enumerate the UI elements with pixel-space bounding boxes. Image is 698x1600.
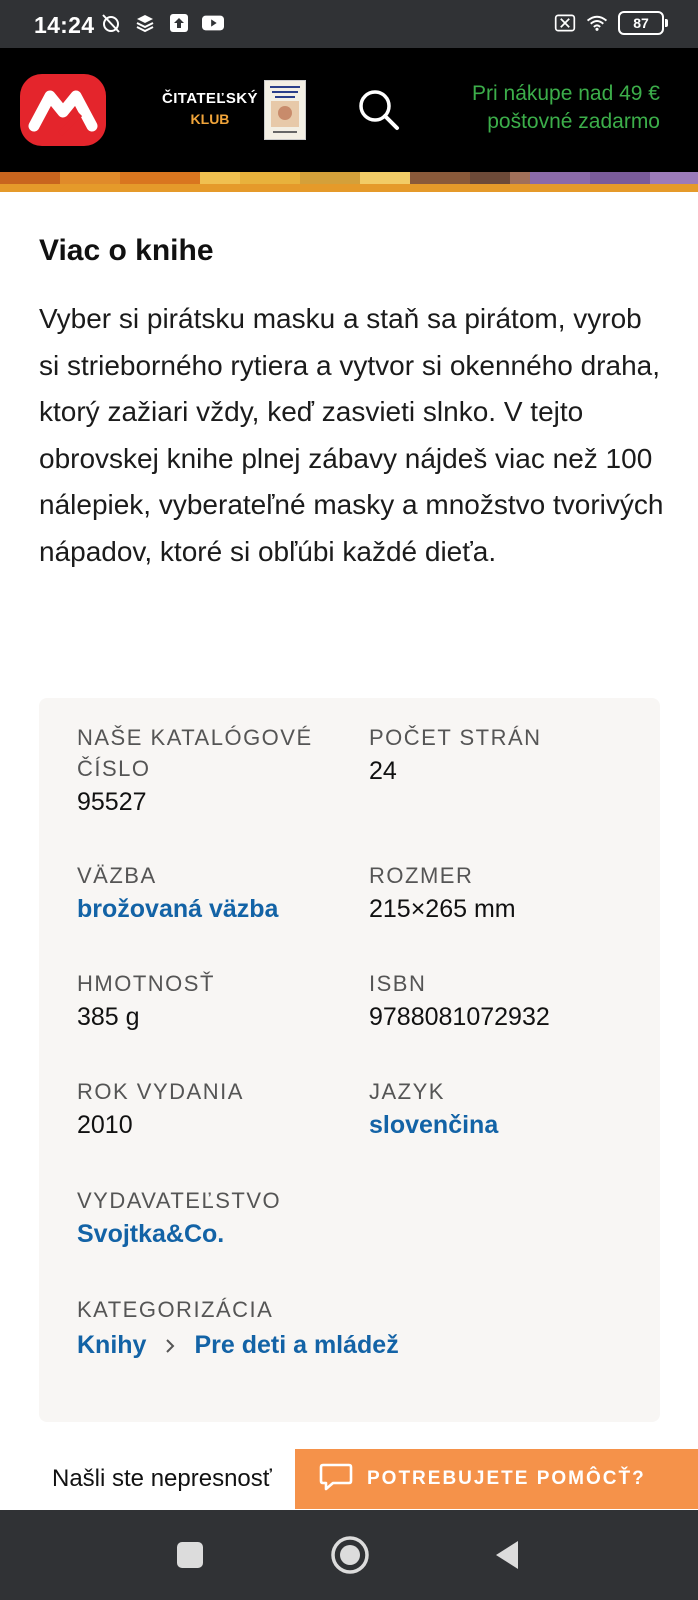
alarm-off-icon bbox=[100, 12, 122, 34]
status-icons-left bbox=[100, 12, 224, 34]
youtube-icon bbox=[202, 12, 224, 34]
language-link[interactable]: slovenčina bbox=[369, 1107, 498, 1143]
help-chat-button[interactable]: POTREBUJETE POMÔCŤ? bbox=[295, 1449, 698, 1509]
club-title: ČITATEĽSKÝ bbox=[162, 90, 258, 107]
site-header: ČITATEĽSKÝ KLUB Pri nákupe nad 49 € pošt… bbox=[0, 48, 698, 172]
wifi-icon bbox=[586, 12, 608, 34]
promo-line-1: Pri nákupe nad 49 € bbox=[472, 82, 660, 105]
book-description: Vyber si pirátsku masku a staň sa piráto… bbox=[39, 303, 664, 567]
size-field: ROZMER 215×265 mm bbox=[369, 860, 516, 927]
isbn-value: 9788081072932 bbox=[369, 1003, 550, 1031]
home-circle-icon[interactable] bbox=[305, 1510, 395, 1600]
book-details-card: NAŠE KATALÓGOVÉ ČÍSLO 95527 POČET STRÁN … bbox=[39, 698, 660, 1422]
system-navigation-bar bbox=[0, 1510, 698, 1600]
publisher-label: VYDAVATEĽSTVO bbox=[77, 1188, 282, 1213]
size-label: ROZMER bbox=[369, 863, 474, 888]
battery-icon: 87 bbox=[618, 11, 668, 35]
reader-club-link[interactable]: ČITATEĽSKÝ KLUB bbox=[162, 90, 258, 127]
weight-value: 385 g bbox=[77, 1003, 140, 1031]
publisher-field: VYDAVATEĽSTVO Svojtka&Co. bbox=[77, 1185, 281, 1252]
square-icon[interactable] bbox=[145, 1510, 235, 1600]
chevron-right-icon bbox=[162, 1336, 178, 1356]
club-book-cover-icon[interactable] bbox=[264, 80, 306, 140]
publisher-link[interactable]: Svojtka&Co. bbox=[77, 1216, 281, 1252]
language-field: JAZYK slovenčina bbox=[369, 1076, 498, 1143]
help-button-label: POTREBUJETE POMÔCŤ? bbox=[367, 1468, 646, 1489]
chat-bubble-icon bbox=[319, 1462, 353, 1497]
catalog-number-value: 95527 bbox=[77, 788, 147, 816]
report-inaccuracy-link[interactable]: Našli ste nepresnosť bbox=[52, 1465, 272, 1493]
status-icons-right: 87 bbox=[554, 11, 668, 35]
martinus-logo-icon[interactable] bbox=[20, 74, 106, 146]
no-sim-icon bbox=[554, 12, 576, 34]
free-shipping-promo: Pri nákupe nad 49 € poštovné zadarmo bbox=[472, 80, 660, 136]
category-field: KATEGORIZÁCIA Knihy Pre deti a mládež bbox=[77, 1294, 399, 1360]
binding-link[interactable]: brožovaná väzba bbox=[77, 891, 278, 927]
status-bar: 14:24 87 bbox=[0, 0, 698, 48]
weight-label: HMOTNOSŤ bbox=[77, 971, 215, 996]
pages-label: POČET STRÁN bbox=[369, 725, 542, 750]
size-value: 215×265 mm bbox=[369, 895, 516, 923]
category-label: KATEGORIZÁCIA bbox=[77, 1297, 274, 1322]
binding-label: VÄZBA bbox=[77, 863, 157, 888]
isbn-field: ISBN 9788081072932 bbox=[369, 968, 550, 1035]
weight-field: HMOTNOSŤ 385 g bbox=[77, 968, 215, 1035]
year-field: ROK VYDANIA 2010 bbox=[77, 1076, 244, 1143]
year-label: ROK VYDANIA bbox=[77, 1079, 244, 1104]
upload-icon bbox=[168, 12, 190, 34]
layers-icon bbox=[134, 12, 156, 34]
category-link-books[interactable]: Knihy bbox=[77, 1331, 146, 1360]
pages-value: 24 bbox=[369, 757, 397, 785]
category-breadcrumb: Knihy Pre deti a mládež bbox=[77, 1331, 399, 1360]
back-triangle-icon[interactable] bbox=[462, 1510, 552, 1600]
year-value: 2010 bbox=[77, 1111, 133, 1139]
section-title: Viac o knihe bbox=[39, 234, 214, 267]
binding-field: VÄZBA brožovaná väzba bbox=[77, 860, 278, 927]
language-label: JAZYK bbox=[369, 1079, 445, 1104]
catalog-number-label: NAŠE KATALÓGOVÉ ČÍSLO bbox=[77, 725, 313, 781]
club-subtitle: KLUB bbox=[190, 111, 230, 127]
search-icon[interactable] bbox=[355, 86, 403, 134]
header-decorative-stripe bbox=[0, 172, 698, 192]
clock: 14:24 bbox=[34, 12, 95, 38]
catalog-number-field: NAŠE KATALÓGOVÉ ČÍSLO 95527 bbox=[77, 722, 337, 820]
battery-level: 87 bbox=[633, 15, 649, 31]
category-link-children[interactable]: Pre deti a mládež bbox=[194, 1331, 398, 1360]
isbn-label: ISBN bbox=[369, 971, 427, 996]
pages-field: POČET STRÁN 24 bbox=[369, 722, 629, 789]
promo-line-2: poštovné zadarmo bbox=[487, 110, 660, 133]
